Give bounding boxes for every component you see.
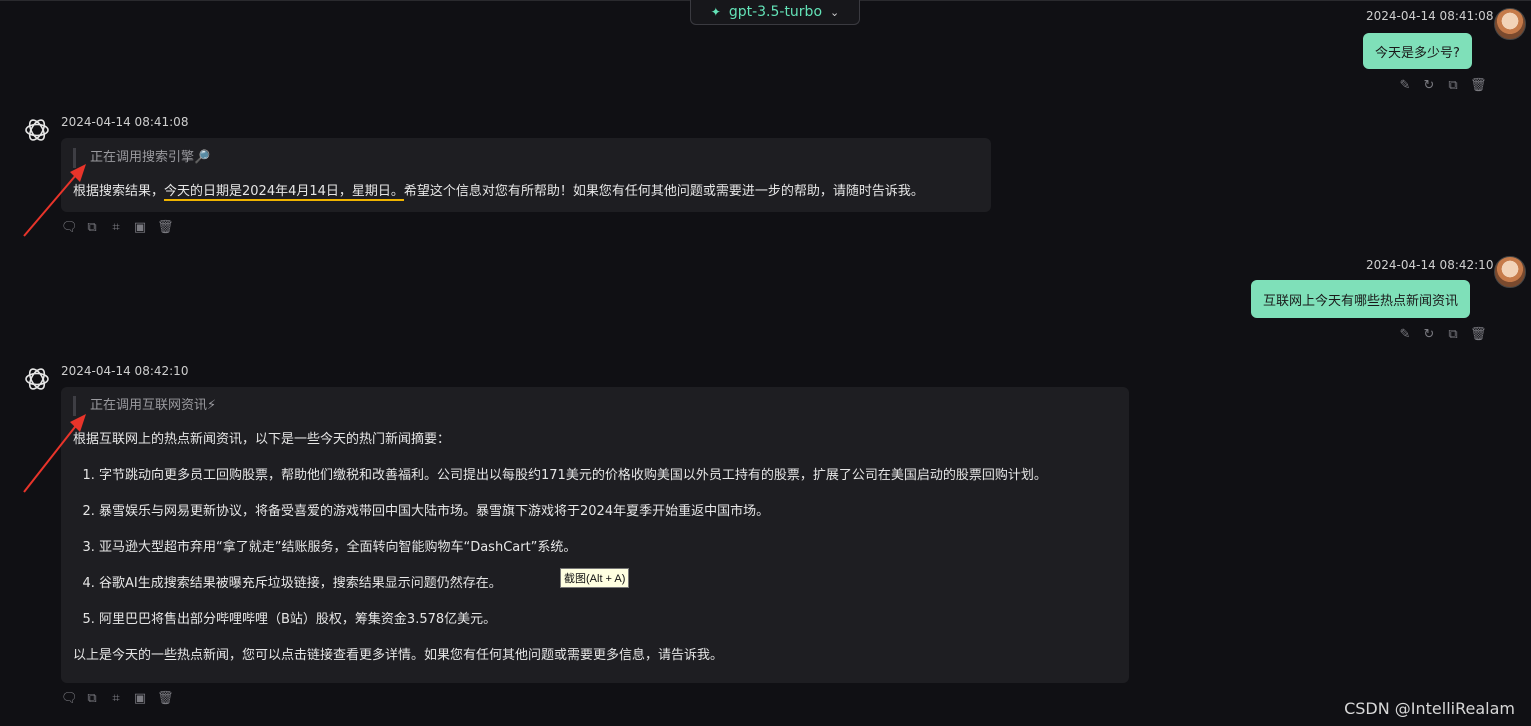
user-avatar [1494, 8, 1526, 40]
regenerate-icon[interactable]: ↻ [1422, 327, 1436, 342]
red-arrow-annotation [23, 414, 86, 493]
edit-icon[interactable]: ✎ [1398, 327, 1412, 342]
assistant-message-card: 正在调用搜索引擎🔎 根据搜索结果，今天的日期是2024年4月14日，星期日。希望… [61, 138, 991, 212]
list-item: 暴雪娱乐与网易更新协议，将备受喜爱的游戏带回中国大陆市场。暴雪旗下游戏将于202… [99, 502, 1117, 522]
model-selector[interactable]: ✦ gpt-3.5-turbo ⌄ [690, 0, 860, 25]
list-item: 字节跳动向更多员工回购股票，帮助他们缴税和改善福利。公司提出以每股约171美元的… [99, 466, 1117, 486]
copy-icon[interactable]: ⧉ [1446, 78, 1460, 93]
openai-icon [25, 119, 49, 141]
message-timestamp: 2024-04-14 08:42:10 [61, 364, 189, 378]
assistant-message-text: 根据搜索结果，今天的日期是2024年4月14日，星期日。希望这个信息对您有所帮助… [73, 182, 979, 202]
red-arrow-annotation [23, 164, 86, 237]
delete-icon[interactable]: 🗑 [157, 691, 174, 706]
news-outro: 以上是今天的一些热点新闻，您可以点击链接查看更多详情。如果您有任何其他问题或需要… [73, 648, 724, 663]
tool-status: 正在调用互联网资讯⚡ [73, 396, 1117, 416]
tool-status: 正在调用搜索引擎🔎 [73, 148, 979, 168]
message-timestamp: 2024-04-14 08:42:10 [1366, 258, 1494, 272]
user-message-bubble: 今天是多少号? [1363, 33, 1472, 69]
chevron-down-icon: ⌄ [830, 5, 840, 19]
markdown-icon[interactable]: ▣ [133, 220, 147, 235]
highlighted-text: 今天的日期是2024年4月14日，星期日。 [164, 184, 404, 201]
delete-icon[interactable]: 🗑 [1470, 78, 1487, 93]
code-icon[interactable]: ⌗ [109, 691, 123, 706]
delete-icon[interactable]: 🗑 [1470, 327, 1487, 342]
copy-icon[interactable]: ⧉ [1446, 327, 1460, 342]
assistant-message-card: 正在调用互联网资讯⚡ 根据互联网上的热点新闻资讯，以下是一些今天的热门新闻摘要：… [61, 387, 1129, 683]
delete-icon[interactable]: 🗑 [157, 220, 174, 235]
edit-icon[interactable]: ✎ [1398, 78, 1412, 93]
regenerate-icon[interactable]: ↻ [1422, 78, 1436, 93]
sparkle-icon: ✦ [710, 5, 721, 19]
model-name: gpt-3.5-turbo [728, 4, 823, 20]
text-segment: 希望这个信息对您有所帮助！如果您有任何其他问题或需要进一步的帮助，请随时告诉我。 [403, 184, 924, 199]
markdown-icon[interactable]: ▣ [133, 691, 147, 706]
message-actions: ✎ ↻ ⧉ 🗑 [1398, 327, 1487, 342]
message-timestamp: 2024-04-14 08:41:08 [1366, 9, 1494, 23]
news-list: 字节跳动向更多员工回购股票，帮助他们缴税和改善福利。公司提出以每股约171美元的… [73, 466, 1117, 630]
screenshot-tooltip: 截图(Alt + A) [560, 568, 630, 588]
list-item: 阿里巴巴将售出部分哔哩哔哩（B站）股权，筹集资金3.578亿美元。 [99, 610, 1117, 630]
watermark: CSDN @IntelliRealam [1344, 699, 1515, 718]
user-avatar [1494, 256, 1526, 288]
code-icon[interactable]: ⌗ [109, 220, 123, 235]
openai-icon [25, 368, 49, 390]
list-item: 亚马逊大型超市弃用“拿了就走”结账服务，全面转向智能购物车“DashCart”系… [99, 538, 1117, 558]
news-intro: 根据互联网上的热点新闻资讯，以下是一些今天的热门新闻摘要： [73, 432, 451, 447]
speak-icon[interactable]: 🗨 [61, 691, 78, 706]
copy-icon[interactable]: ⧉ [85, 691, 99, 706]
message-actions: ✎ ↻ ⧉ 🗑 [1398, 78, 1487, 93]
message-actions: 🗨 ⧉ ⌗ ▣ 🗑 [61, 691, 174, 706]
message-timestamp: 2024-04-14 08:41:08 [61, 115, 189, 129]
user-message-bubble: 互联网上今天有哪些热点新闻资讯 [1251, 280, 1471, 318]
